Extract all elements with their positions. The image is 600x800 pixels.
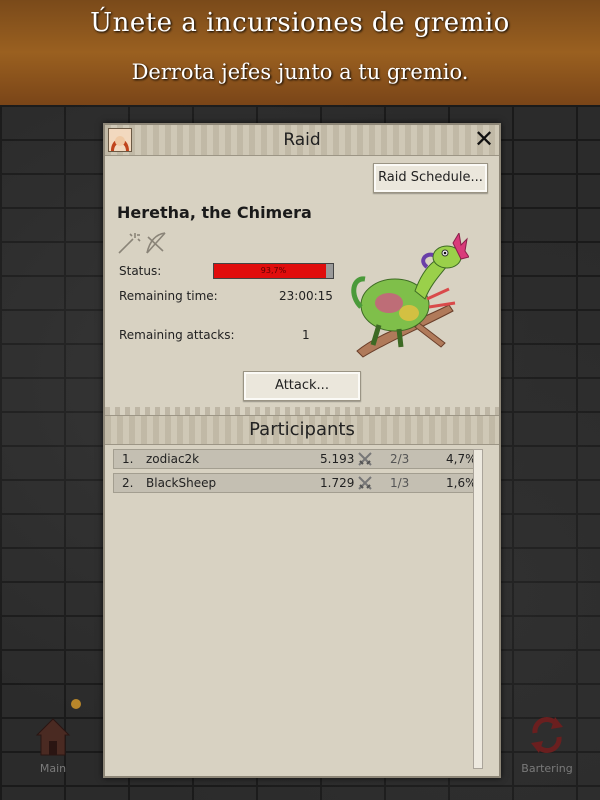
participant-row[interactable]: 2. BlackSheep 1.729 1/3 1,6% [113, 473, 481, 493]
raid-schedule-button[interactable]: Raid Schedule... [373, 163, 488, 193]
participants-list[interactable]: 1. zodiac2k 5.193 2/3 4,7% 2. BlackSheep… [113, 449, 483, 769]
participant-percent: 4,7% [446, 452, 477, 466]
dialog-title: Raid [283, 130, 321, 150]
remaining-time-label: Remaining time: [119, 289, 218, 303]
bartering-nav-label: Bartering [521, 762, 573, 775]
chimera-boss-image [351, 233, 469, 358]
close-button[interactable]: ✕ [471, 126, 497, 152]
notification-dot [71, 699, 81, 709]
bartering-nav-button[interactable]: Bartering [507, 705, 587, 780]
boss-health-text: 93,7% [260, 266, 287, 275]
crossed-swords-icon [358, 476, 372, 490]
participant-attacks: 1/3 [390, 476, 410, 490]
status-label: Status: [119, 264, 162, 278]
crossed-swords-icon [358, 452, 372, 466]
bow-icon [146, 232, 166, 254]
participant-percent: 1,6% [446, 476, 477, 490]
participant-name: zodiac2k [146, 452, 200, 466]
raid-dialog: Raid ✕ Raid Schedule... Heretha, the Chi… [103, 123, 501, 778]
main-nav-label: Main [39, 762, 67, 775]
participants-scrollbar[interactable] [473, 449, 483, 769]
boss-name: Heretha, the Chimera [117, 203, 312, 222]
participant-name: BlackSheep [146, 476, 217, 490]
house-icon [35, 718, 71, 756]
participant-rank: 1. [122, 452, 134, 466]
dialog-header: Raid ✕ [105, 125, 499, 156]
attack-button[interactable]: Attack... [243, 371, 361, 401]
participant-row[interactable]: 1. zodiac2k 5.193 2/3 4,7% [113, 449, 481, 469]
exchange-arrows-icon [531, 717, 563, 753]
remaining-time-value: 23:00:15 [279, 289, 333, 303]
class-icons [117, 231, 167, 259]
participants-title: Participants [249, 419, 355, 440]
participant-damage: 5.193 [320, 452, 355, 466]
participants-header: Participants [105, 415, 499, 445]
promo-banner: Únete a incursiones de gremio Derrota je… [0, 0, 600, 107]
boss-health-bar: 93,7% [213, 263, 334, 279]
participant-damage: 1.729 [320, 476, 355, 490]
close-icon: ✕ [473, 125, 495, 153]
banner-subtitle: Derrota jefes junto a tu gremio. [131, 60, 469, 84]
magic-wand-icon [118, 233, 141, 254]
main-nav-button[interactable]: Main [13, 699, 93, 780]
participant-rank: 2. [122, 476, 134, 490]
remaining-attacks-label: Remaining attacks: [119, 328, 235, 342]
banner-title: Únete a incursiones de gremio [90, 8, 510, 38]
participant-attacks: 2/3 [390, 452, 410, 466]
remaining-attacks-value: 1 [302, 328, 310, 342]
